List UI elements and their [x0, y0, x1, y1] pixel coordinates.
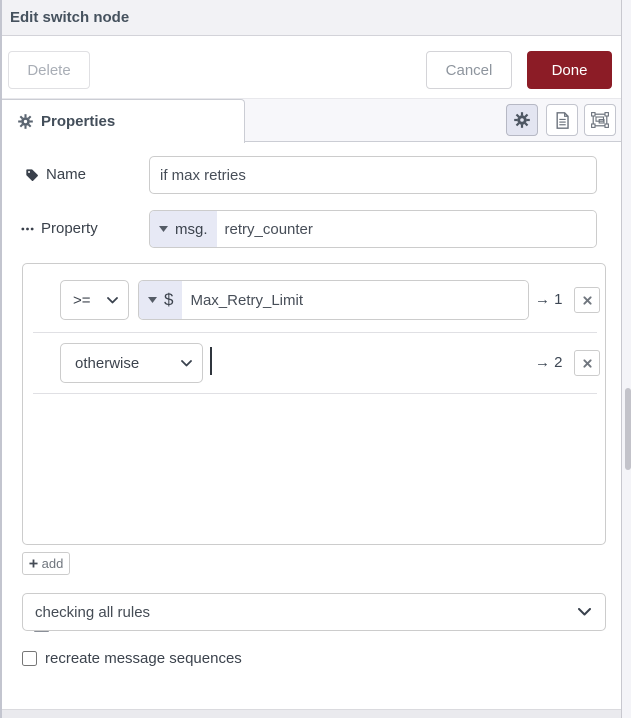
tag-icon: [25, 168, 39, 182]
rule1-remove-button[interactable]: [574, 287, 600, 313]
rule1-type-dropdown[interactable]: $: [139, 281, 183, 319]
cancel-button-label: Cancel: [445, 61, 493, 79]
caret-down-icon: [148, 297, 157, 303]
properties-toolbar-button[interactable]: [506, 104, 538, 136]
recreate-sequences-checkbox[interactable]: [22, 651, 37, 666]
rule2-operator-select[interactable]: otherwise: [60, 343, 203, 383]
rule-separator: [33, 332, 597, 333]
delete-button-label: Delete: [27, 61, 71, 79]
rule2-remove-button[interactable]: [574, 350, 600, 376]
dialog-header: Edit switch node: [2, 0, 621, 36]
rule1-operator-select[interactable]: >=: [60, 280, 129, 320]
property-label-text: Property: [41, 220, 98, 237]
x-icon: [582, 295, 592, 305]
rule1-type-label: $: [164, 290, 174, 309]
property-typed-input: msg.: [149, 210, 597, 248]
scrollbar-track[interactable]: [621, 0, 631, 718]
gear-icon: [514, 112, 530, 128]
appearance-toolbar-button[interactable]: [584, 104, 616, 136]
property-value-input[interactable]: [216, 211, 596, 247]
rules-container: >= $ → 1 otherwise → 2: [22, 263, 606, 632]
caret-down-icon: [159, 226, 168, 232]
rule-mode-select[interactable]: checking all rules: [22, 593, 606, 631]
name-input[interactable]: [149, 156, 597, 194]
description-toolbar-button[interactable]: [546, 104, 578, 136]
recreate-sequences-label[interactable]: recreate message sequences: [45, 650, 242, 667]
tab-properties[interactable]: Properties: [2, 99, 245, 143]
ellipsis-icon: [21, 227, 34, 231]
recreate-sequences-row: recreate message sequences: [22, 650, 242, 667]
add-rule-button[interactable]: add: [22, 552, 70, 575]
rule-separator: [33, 393, 597, 394]
property-field-label: Property: [21, 220, 98, 237]
rule2-operator-value: otherwise: [75, 354, 140, 372]
rule-mode-value: checking all rules: [35, 603, 151, 621]
tab-bar: Properties: [2, 98, 621, 143]
rule1-value-input[interactable]: [182, 281, 528, 319]
document-icon: [555, 111, 570, 129]
chevron-down-icon: [107, 296, 118, 304]
scrollbar-thumb[interactable]: [625, 388, 631, 470]
object-group-icon: [591, 112, 609, 128]
done-button[interactable]: Done: [527, 51, 612, 89]
rule1-typed-input: $: [138, 280, 529, 320]
name-field-label: Name: [25, 166, 86, 183]
gear-icon: [18, 114, 33, 129]
chevron-down-icon: [181, 359, 192, 367]
delete-button[interactable]: Delete: [8, 51, 90, 89]
plus-icon: [29, 559, 38, 568]
rule2-output-arrow: → 2: [535, 354, 563, 371]
cancel-button[interactable]: Cancel: [426, 51, 512, 89]
tab-properties-label: Properties: [41, 113, 116, 130]
property-type-dropdown[interactable]: msg.: [150, 211, 217, 247]
add-rule-button-label: add: [41, 556, 64, 571]
x-icon: [582, 358, 592, 368]
chevron-down-icon: [578, 608, 591, 616]
rule1-operator-value: >=: [73, 291, 91, 309]
property-type-label: msg.: [175, 220, 208, 238]
text-caret: [210, 347, 212, 375]
dialog-title: Edit switch node: [10, 9, 130, 26]
tray-footer: [2, 709, 621, 718]
done-button-label: Done: [551, 61, 588, 79]
rule1-output-arrow: → 1: [535, 291, 563, 308]
name-label-text: Name: [46, 166, 87, 183]
